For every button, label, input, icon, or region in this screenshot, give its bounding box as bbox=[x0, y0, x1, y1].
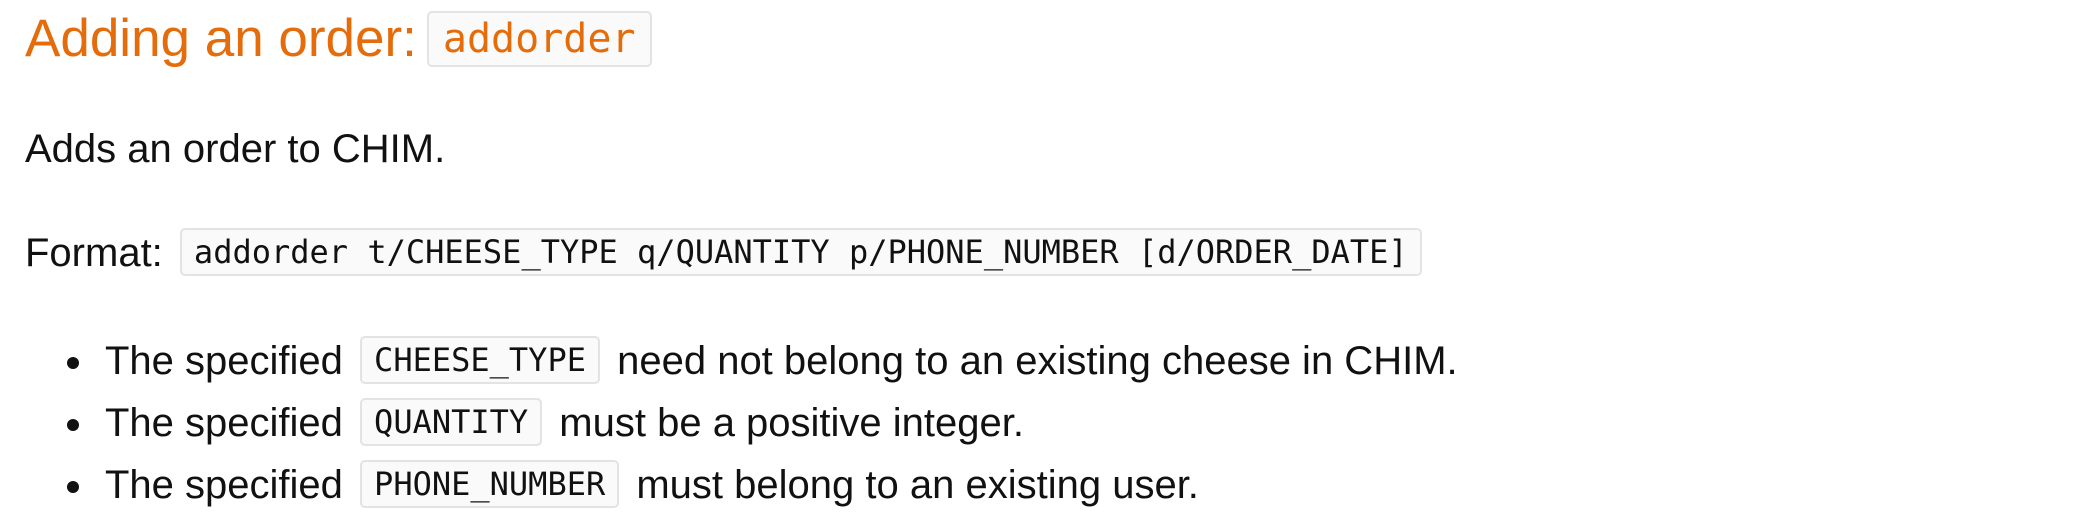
notes-list: The specified CHEESE_TYPE need not belon… bbox=[25, 330, 1458, 516]
note-param-code: CHEESE_TYPE bbox=[360, 336, 600, 384]
list-item: The specified QUANTITY must be a positiv… bbox=[25, 392, 1458, 454]
bullet-icon bbox=[67, 357, 79, 369]
format-syntax-code: addorder t/CHEESE_TYPE q/QUANTITY p/PHON… bbox=[179, 228, 1422, 276]
bullet-icon bbox=[67, 481, 79, 493]
section-heading: Adding an order: addorder bbox=[25, 8, 652, 70]
format-paragraph: Format: addorder t/CHEESE_TYPE q/QUANTIT… bbox=[25, 228, 1428, 278]
note-suffix: must be a positive integer. bbox=[559, 401, 1025, 445]
document-page: Adding an order: addorder Adds an order t… bbox=[0, 0, 2088, 516]
format-label: Format: bbox=[25, 231, 163, 275]
heading-command-code: addorder bbox=[426, 11, 652, 67]
bullet-icon bbox=[67, 419, 79, 431]
note-param-code: PHONE_NUMBER bbox=[360, 460, 620, 508]
description-paragraph: Adds an order to CHIM. bbox=[25, 127, 446, 171]
list-item: The specified PHONE_NUMBER must belong t… bbox=[25, 454, 1458, 516]
note-prefix: The specified bbox=[105, 339, 343, 383]
heading-text: Adding an order: bbox=[25, 9, 417, 68]
note-prefix: The specified bbox=[105, 463, 343, 507]
note-param-code: QUANTITY bbox=[360, 398, 543, 446]
note-prefix: The specified bbox=[105, 401, 343, 445]
list-item: The specified CHEESE_TYPE need not belon… bbox=[25, 330, 1458, 392]
note-suffix: need not belong to an existing cheese in… bbox=[617, 339, 1458, 383]
note-suffix: must belong to an existing user. bbox=[636, 463, 1199, 507]
